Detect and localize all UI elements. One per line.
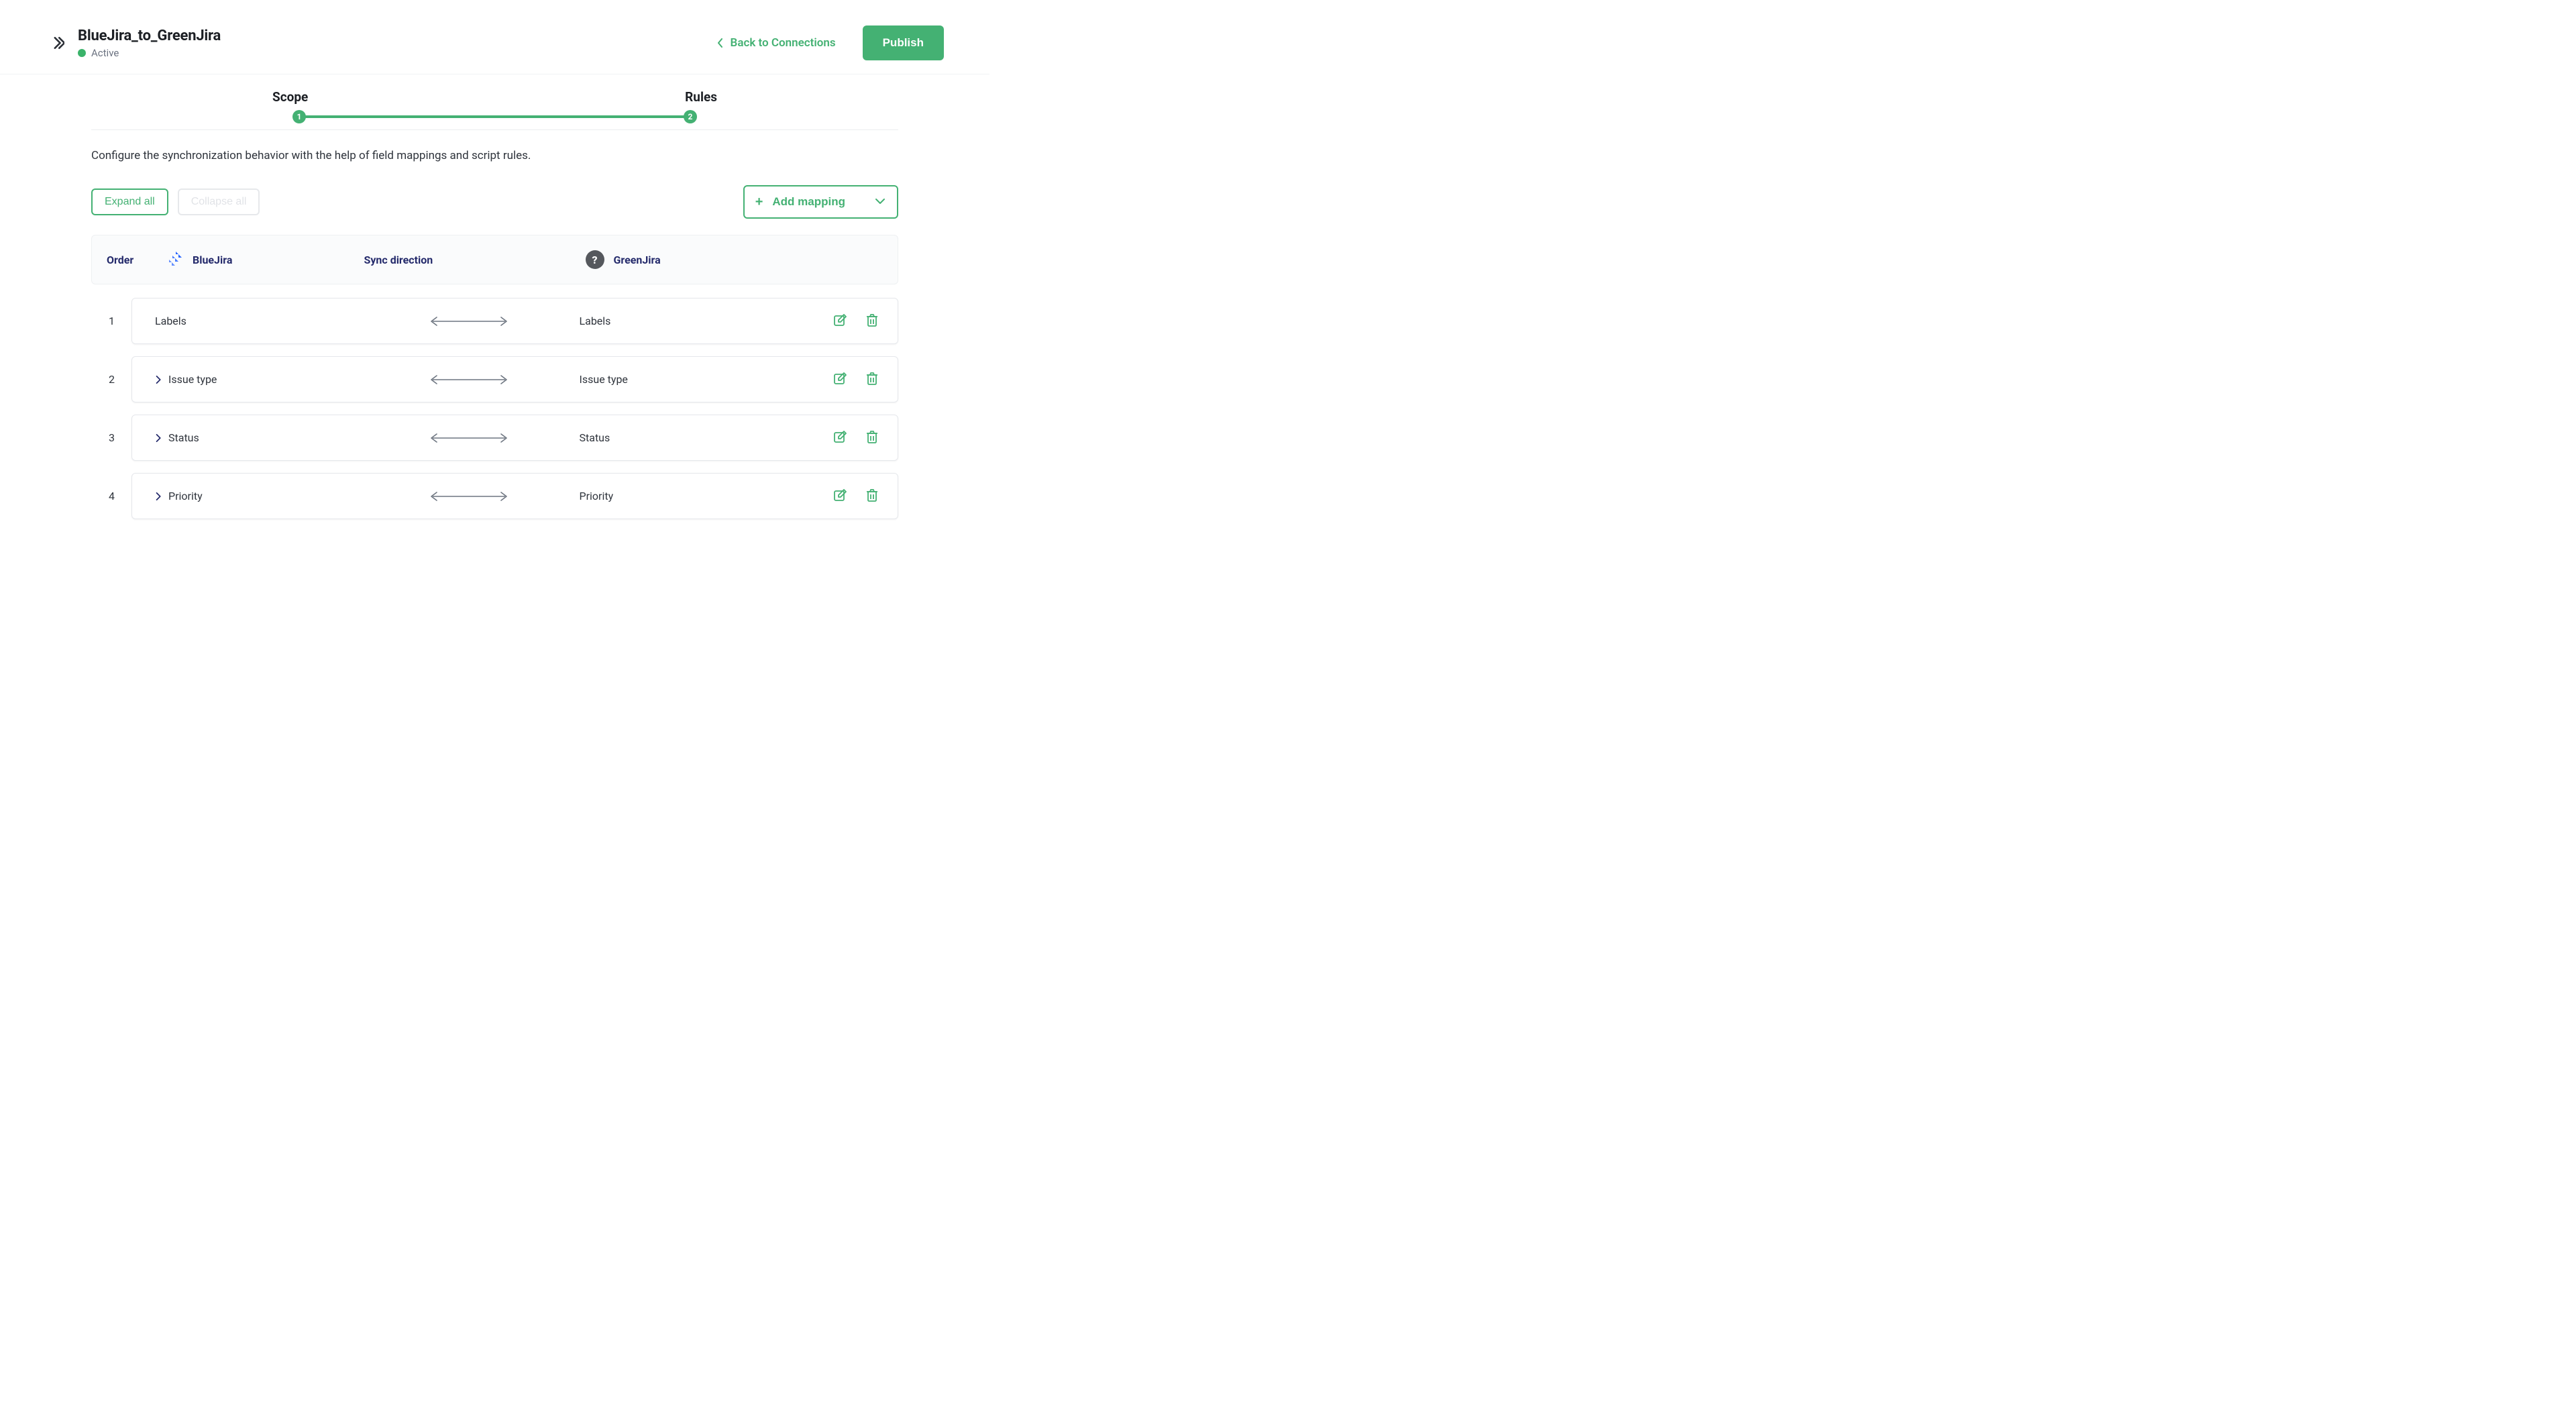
stepper-step-scope[interactable]: Scope (272, 89, 308, 105)
row-order: 4 (91, 490, 131, 502)
edit-icon (833, 313, 847, 327)
expand-all-label: Expand all (105, 196, 155, 207)
col-order: Order (107, 254, 167, 266)
back-link-label: Back to Connections (731, 36, 836, 50)
add-mapping-button[interactable]: + Add mapping (743, 185, 898, 219)
stepper: Scope Rules 1 2 (91, 89, 898, 130)
delete-mapping-button[interactable] (865, 372, 879, 387)
delete-mapping-button[interactable] (865, 430, 879, 445)
stepper-track (299, 115, 690, 118)
stepper-node-1[interactable]: 1 (292, 110, 306, 123)
edit-icon (833, 430, 847, 443)
sync-direction-icon (358, 374, 580, 385)
edit-mapping-button[interactable] (833, 372, 847, 387)
chevron-right-icon (155, 376, 163, 384)
row-source: Status (168, 431, 199, 444)
expand-sidebar-button[interactable] (52, 37, 64, 49)
connection-status: Active (78, 47, 221, 59)
sync-direction-icon (358, 433, 580, 443)
trash-icon (865, 372, 879, 385)
back-to-connections-link[interactable]: Back to Connections (717, 36, 836, 50)
connection-title: BlueJira_to_GreenJira (78, 28, 221, 44)
row-order: 1 (91, 315, 131, 327)
row-target: Issue type (580, 373, 783, 386)
row-target: Labels (580, 315, 783, 327)
edit-icon (833, 372, 847, 385)
chevron-right-icon (155, 434, 163, 442)
trash-icon (865, 430, 879, 443)
table-row: 2 Issue type Issue type (91, 356, 898, 402)
jira-icon (167, 251, 184, 268)
col-target: GreenJira (614, 254, 661, 266)
connection-status-label: Active (91, 47, 119, 59)
trash-icon (865, 313, 879, 327)
delete-mapping-button[interactable] (865, 313, 879, 329)
row-source: Priority (168, 490, 203, 502)
divider (864, 195, 865, 209)
expand-all-button[interactable]: Expand all (91, 188, 168, 215)
trash-icon (865, 488, 879, 502)
publish-button-label: Publish (883, 36, 924, 49)
edit-icon (833, 488, 847, 502)
mappings-table: Order BlueJira Sync direction ? GreenJir… (91, 235, 898, 519)
table-row: 4 Priority Priority (91, 473, 898, 519)
instruction-text: Configure the synchronization behavior w… (91, 149, 898, 162)
help-icon[interactable]: ? (586, 250, 604, 269)
col-sync: Sync direction (364, 254, 586, 266)
expand-row-toggle[interactable] (155, 434, 163, 442)
chevron-down-icon (875, 197, 885, 207)
chevron-left-icon (717, 38, 724, 48)
status-dot-icon (78, 49, 86, 57)
row-order: 3 (91, 431, 131, 444)
edit-mapping-button[interactable] (833, 488, 847, 504)
row-target: Priority (580, 490, 783, 502)
row-target: Status (580, 431, 783, 444)
add-mapping-label: Add mapping (772, 195, 845, 209)
mappings-table-head: Order BlueJira Sync direction ? GreenJir… (91, 235, 898, 284)
row-order: 2 (91, 373, 131, 386)
collapse-all-label: Collapse all (191, 196, 247, 207)
stepper-step-rules[interactable]: Rules (685, 89, 717, 105)
delete-mapping-button[interactable] (865, 488, 879, 504)
publish-button[interactable]: Publish (863, 25, 944, 60)
edit-mapping-button[interactable] (833, 430, 847, 445)
chevron-right-icon (155, 492, 163, 500)
expand-row-toggle[interactable] (155, 492, 163, 500)
plus-icon: + (755, 195, 763, 209)
table-row: 1 Labels Labels (91, 298, 898, 344)
row-source: Issue type (168, 373, 217, 386)
edit-mapping-button[interactable] (833, 313, 847, 329)
expand-row-toggle[interactable] (155, 376, 163, 384)
stepper-node-2[interactable]: 2 (684, 110, 697, 123)
sync-direction-icon (358, 316, 580, 327)
col-source: BlueJira (193, 254, 232, 266)
page-header: BlueJira_to_GreenJira Active Back to Con… (0, 0, 989, 74)
row-source: Labels (155, 315, 186, 327)
table-row: 3 Status Status (91, 415, 898, 461)
sync-direction-icon (358, 491, 580, 502)
collapse-all-button: Collapse all (178, 188, 260, 215)
